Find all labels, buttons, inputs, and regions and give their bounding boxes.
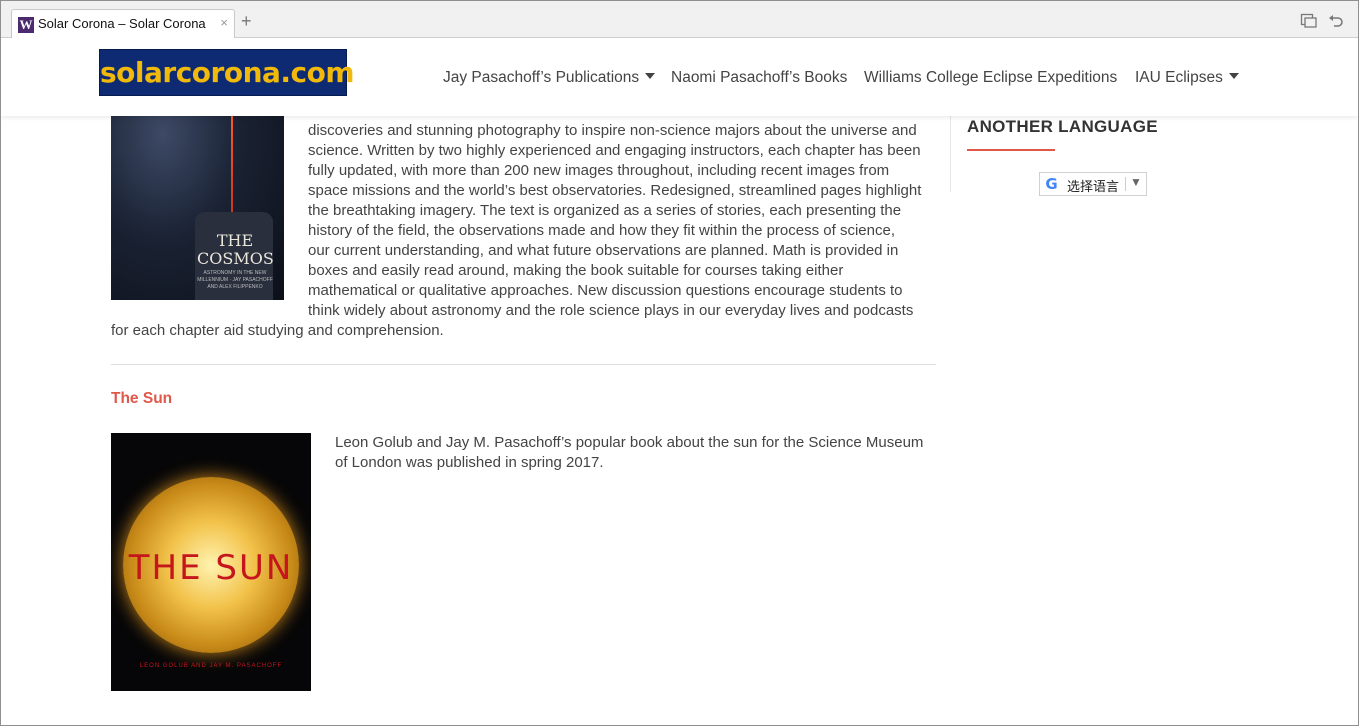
nav-item-jay-publications[interactable]: Jay Pasachoff’s Publications: [443, 69, 656, 87]
text-line: for each chapter aid studying and compre…: [111, 322, 444, 339]
undo-close-tab-icon[interactable]: [1327, 13, 1345, 29]
nav-item-naomi-books[interactable]: Naomi Pasachoff’s Books: [671, 69, 847, 87]
text-line: science. Written by two highly experienc…: [308, 142, 921, 159]
book-cover-the-sun[interactable]: THE SUN LEON GOLUB AND JAY M. PASACHOFF: [111, 433, 311, 691]
section-divider: [111, 364, 936, 365]
sidebar-divider: [950, 116, 951, 192]
translate-label: 选择语言: [1067, 180, 1120, 195]
browser-tab-strip: W Solar Corona – Solar Corona × +: [1, 1, 1358, 38]
translate-separator: [1125, 177, 1126, 191]
text-line: space missions and the world’s best obse…: [308, 182, 922, 199]
text-line: think widely about astronomy and the rol…: [308, 302, 914, 319]
caret-down-icon: [645, 73, 656, 79]
cover-title: THE SUN: [128, 548, 294, 588]
nav-item-iau-eclipses[interactable]: IAU Eclipses: [1135, 69, 1239, 87]
cover-laser-beam: [231, 116, 233, 226]
text-line: history of the field, the observations m…: [308, 222, 895, 239]
browser-window: W Solar Corona – Solar Corona × + solarc…: [0, 0, 1359, 726]
cover-subtitle: ASTRONOMY IN THE NEW MILLENNIUM · JAY PA…: [197, 270, 273, 290]
google-translate-select[interactable]: G 选择语言 ▼: [1039, 172, 1147, 196]
dropdown-arrow-icon: ▼: [1130, 175, 1142, 189]
book-title-the-sun[interactable]: The Sun: [111, 390, 172, 408]
widget-title-underline: [967, 149, 1055, 151]
tab-list-icon[interactable]: [1300, 13, 1318, 29]
site-logo[interactable]: solarcorona.com: [99, 49, 355, 96]
book-cover-the-cosmos[interactable]: THE COSMOS ASTRONOMY IN THE NEW MILLENNI…: [111, 116, 284, 300]
text-line: boxes and easily read around, making the…: [308, 262, 844, 279]
logo-text: solarcorona.com: [100, 56, 355, 89]
widget-title: ANOTHER LANGUAGE: [967, 117, 1158, 136]
google-icon: G: [1045, 175, 1058, 193]
browser-tab[interactable]: W Solar Corona – Solar Corona ×: [11, 9, 235, 38]
nav-item-williams-expeditions[interactable]: Williams College Eclipse Expeditions: [864, 69, 1117, 87]
close-tab-icon[interactable]: ×: [220, 15, 228, 30]
caret-down-icon: [1228, 73, 1239, 79]
cover-title: THE COSMOS: [197, 231, 274, 268]
text-line: our current understanding, and what futu…: [308, 242, 899, 259]
text-line: mathematical or qualitative approaches. …: [308, 282, 903, 299]
text-line: the breathtaking imagery. The text is or…: [308, 202, 902, 219]
cover-authors: LEON GOLUB AND JAY M. PASACHOFF: [139, 663, 283, 669]
book-description-sun: Leon Golub and Jay M. Pasachoff’s popula…: [335, 434, 924, 471]
site-header: solarcorona.com Jay Pasachoff’s Publicat…: [1, 38, 1358, 116]
tab-title: Solar Corona – Solar Corona: [38, 16, 206, 31]
site-favicon-icon: W: [18, 17, 34, 33]
new-tab-icon[interactable]: +: [241, 11, 252, 31]
text-line: discoveries and stunning photography to …: [308, 122, 917, 139]
text-line: fully updated, with more than 200 new im…: [308, 162, 890, 179]
main-content: THE COSMOS ASTRONOMY IN THE NEW MILLENNI…: [1, 116, 1358, 725]
